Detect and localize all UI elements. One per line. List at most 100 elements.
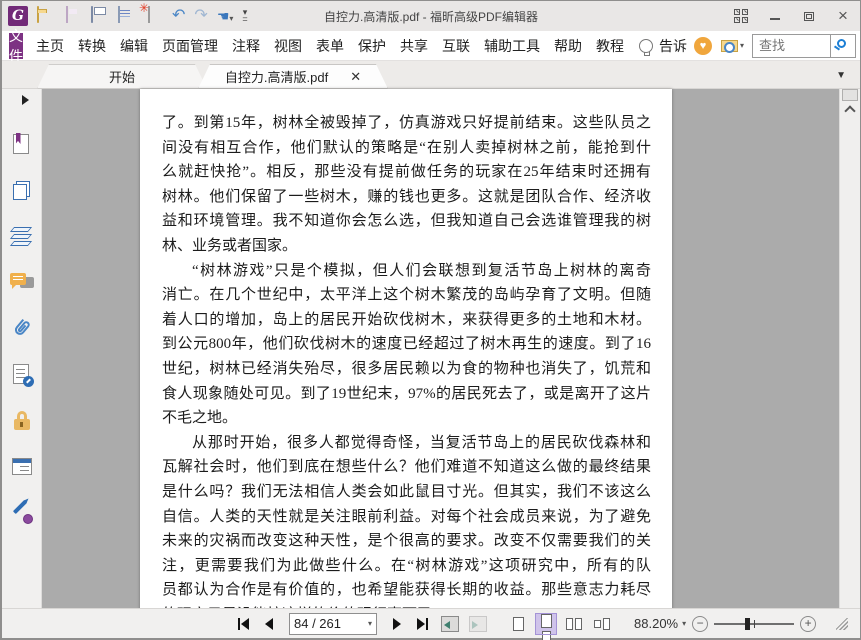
magnifier-icon [837,38,847,48]
new-document-button[interactable] [145,6,163,25]
save-icon [66,6,68,23]
close-button[interactable]: × [826,1,860,31]
hand-tool-dropdown-icon[interactable]: ▾ [229,14,233,23]
menu-item-share[interactable]: 共享 [393,36,435,56]
sidebar-expand-button[interactable] [22,95,29,105]
tab-start-label: 开始 [108,70,135,85]
sidebar-item-attachments[interactable] [10,317,34,341]
menu-item-edit[interactable]: 编辑 [113,36,155,56]
scrollbar-thumb[interactable] [842,89,858,101]
text-line: 瓦解社会时，他们到底在想些什么？他们难道不知道这么做的最终结果 [162,459,651,476]
new-document-icon [148,6,150,23]
ribbon-menu-bar: 文件 主页 转换 编辑 页面管理 注释 视图 表单 保护 共享 互联 辅助工具 … [2,28,860,64]
text-line: 员都认为合作是有价值的，也希望能获得长期的收益。那些意志力耗尽 [162,582,651,599]
signature-badge-icon [22,376,34,387]
undo-button[interactable]: ↶ [172,7,185,25]
switch-ui-mode-button[interactable] [724,1,758,31]
text-line: 了。到第15年，树林全被毁掉了，仿真游戏只好提前结束。这些队员之 [162,115,651,131]
menu-item-form[interactable]: 表单 [309,36,351,56]
window-controls: × [724,1,860,31]
text-line: 树林。他们保留了一些树木，赚的钱也更多。这就是团队合作、经济收 [162,188,651,205]
customize-toolbar-button[interactable]: ▾ = [242,8,247,24]
sidebar-item-digital-signatures[interactable] [10,363,34,387]
menu-item-help[interactable]: 帮助 [547,36,589,56]
app-logo-icon[interactable]: G [8,6,28,26]
menu-item-homepage[interactable]: 主页 [29,36,71,56]
hint-lightbulb-icon[interactable] [639,38,653,56]
page-number-input[interactable] [294,616,366,631]
tab-start[interactable]: 开始 [37,64,207,89]
layout-single-page-button[interactable] [508,614,528,634]
text-line: 是什么吗？我们无法相信人类会如此鼠目寸光。但其实，我们不该这么 [162,483,651,500]
minimize-icon [770,18,780,20]
sidebar-item-security[interactable] [10,409,34,433]
find-button[interactable] [830,33,857,58]
first-page-button[interactable] [238,617,249,630]
zoom-dropdown-icon[interactable]: ▾ [682,619,686,628]
scroll-up-chevron-icon[interactable] [844,105,856,117]
menu-item-accessibility[interactable]: 辅助工具 [477,36,547,56]
sidebar-item-fields[interactable] [10,455,34,479]
previous-view-button[interactable] [441,615,460,632]
pdf-page[interactable]: 了。到第15年，树林全被毁掉了，仿真游戏只好提前结束。这些队员之 间没有相互合作… [140,89,672,611]
layout-continuous-facing-button[interactable] [592,614,612,634]
tab-document[interactable]: 自控力.高清版.pdf ✕ [198,64,388,89]
print-button[interactable] [91,6,109,25]
vertical-scrollbar[interactable] [839,89,860,608]
zoom-slider-tick [754,619,756,628]
maximize-restore-button[interactable] [792,1,826,31]
next-view-button[interactable] [469,615,488,632]
menu-item-protect[interactable]: 保护 [351,36,393,56]
text-line: “树林游戏”只是个模拟，但人们会联想到复活节岛上树林的离奇 [192,262,651,279]
tab-list-dropdown-icon[interactable]: ▼ [836,70,846,81]
last-page-button[interactable] [417,617,429,630]
zoom-in-button[interactable]: + [800,615,817,632]
page-dropdown-icon[interactable]: ▾ [368,619,372,628]
find-input[interactable] [752,33,831,58]
sidebar-item-bookmarks[interactable] [10,133,34,157]
menu-item-connect[interactable]: 互联 [435,36,477,56]
menu-item-view[interactable]: 视图 [267,36,309,56]
minimize-button[interactable] [758,1,792,31]
search-folder-icon[interactable] [721,39,738,53]
sidebar-item-comments[interactable] [9,271,34,295]
zoom-slider[interactable] [714,617,795,630]
hand-tool-button[interactable]: ☚▾ [217,8,234,25]
open-file-button[interactable] [37,6,55,25]
search-folder-dropdown-icon[interactable]: ▾ [740,41,744,50]
sidebar-item-pages[interactable] [10,179,34,203]
zoom-out-button[interactable]: − [692,615,709,632]
redo-button[interactable]: ↷ [194,7,207,25]
layout-continuous-button[interactable] [535,612,558,635]
menu-item-page-management[interactable]: 页面管理 [155,36,225,56]
zoom-level-value[interactable]: 88.20% [634,616,678,631]
save-button[interactable] [64,6,82,25]
layout-facing-button[interactable] [564,614,584,634]
favorite-heart-icon[interactable]: ♥ [694,36,712,55]
resize-grip[interactable] [836,617,849,630]
zoom-slider-thumb[interactable] [744,617,750,630]
layers-icon [9,227,32,232]
file-menu-button[interactable]: 文件 [9,28,23,64]
tab-close-icon[interactable]: ✕ [350,69,361,85]
tell-me-label[interactable]: 告诉 [659,36,689,56]
email-icon [118,6,120,23]
status-bar: ▾ 88.20% ▾ − + [2,608,860,638]
text-line: 自信。人类的天性就是关注眼前利益。对每个社会成员来说，为了避免 [162,508,651,525]
find-box [752,33,857,58]
rosette-icon [22,514,33,524]
sidebar-item-layers[interactable] [9,225,34,249]
text-line: 食人现象随处可见。到了19世纪末，97%的居民死去了，或是离开了这片 [162,385,651,402]
text-line: 着人口的增加，岛上的居民开始砍伐树木，来获得更多的土地和木材。 [162,311,651,328]
text-line: 益和环境管理。我不知道你会怎么选，但我知道自己会选谁管理我的树 [162,213,651,230]
menu-item-comment[interactable]: 注释 [225,36,267,56]
previous-page-button[interactable] [265,617,273,630]
menu-item-convert[interactable]: 转换 [71,36,113,56]
menu-item-tutorial[interactable]: 教程 [589,36,631,56]
printer-icon [91,6,93,23]
sidebar-item-sign[interactable] [10,499,34,525]
text-line: 么就赶快抢”。相反，那些没有提前做任务的玩家在25年结束时还拥有 [162,164,651,181]
email-button[interactable] [118,6,136,25]
next-page-button[interactable] [393,617,402,630]
text-line: 消亡。在几个世纪中，太平洋上这个树木繁茂的岛屿孕育了文明。但随 [162,287,651,304]
